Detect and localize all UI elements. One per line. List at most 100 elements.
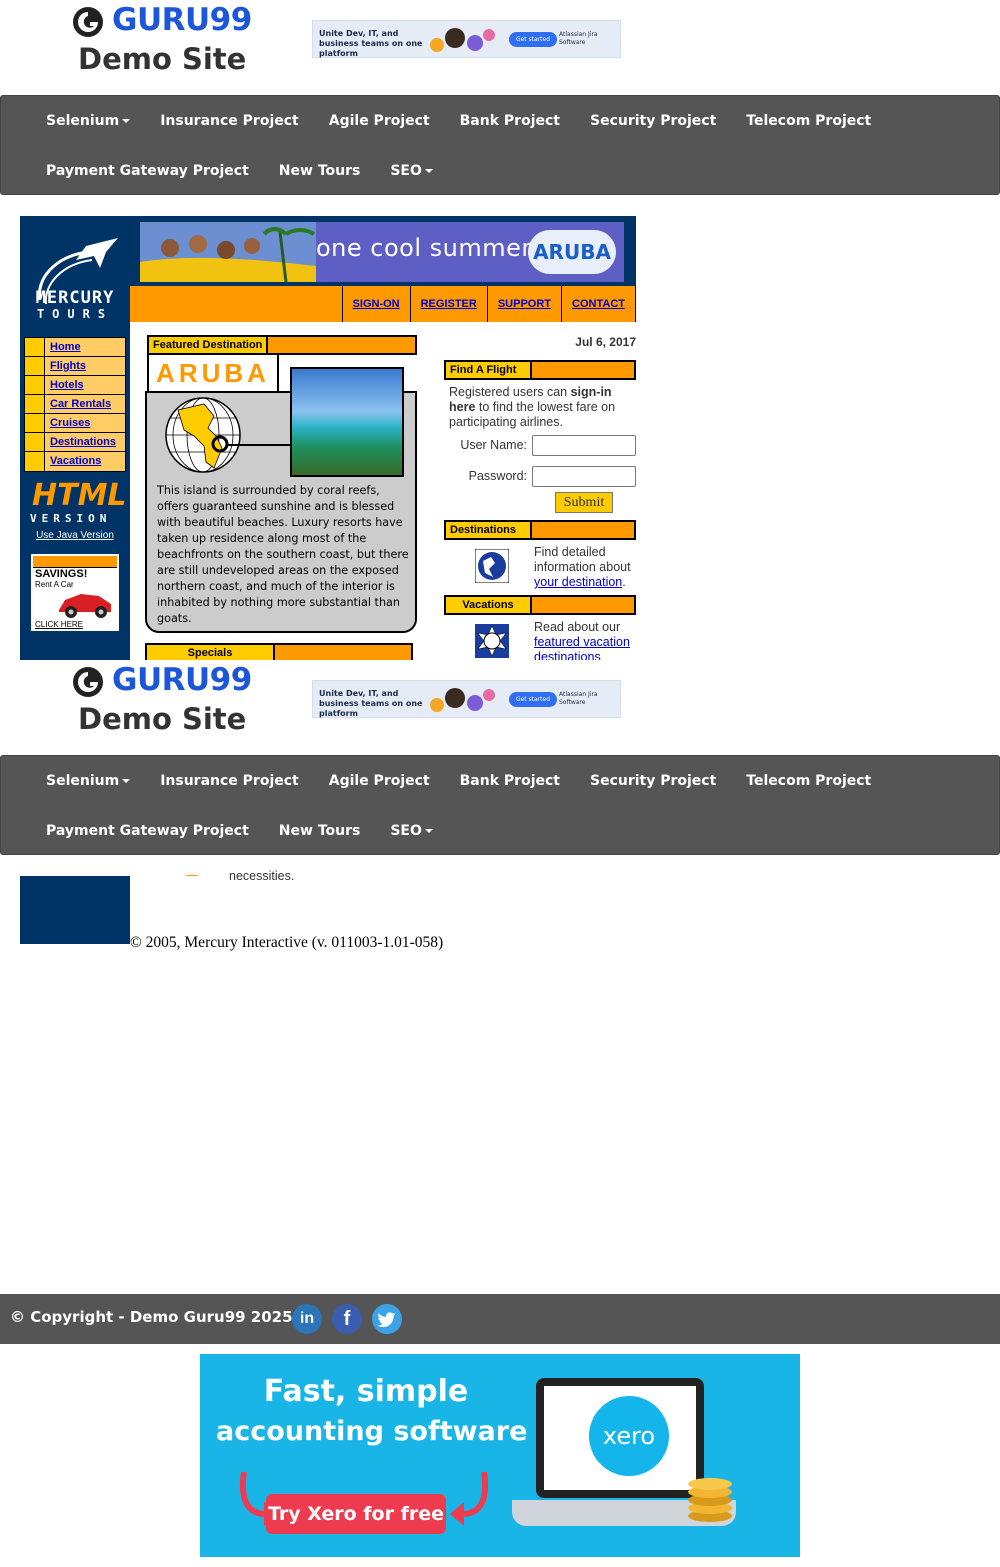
top-ad-banner[interactable]: Unite Dev, IT, and business teams on one… bbox=[312, 20, 621, 58]
mercury-sidebar-bottom bbox=[20, 876, 130, 944]
specials-label: Specials bbox=[147, 645, 275, 660]
nav-bank-project[interactable]: Bank Project bbox=[445, 756, 575, 806]
menu-item-cruises[interactable]: Cruises bbox=[25, 414, 125, 433]
username-label: User Name: bbox=[460, 438, 527, 452]
twitter-icon[interactable] bbox=[372, 1304, 402, 1334]
xero-logo: xero bbox=[589, 1396, 669, 1476]
logo-subtitle: Demo Site bbox=[78, 702, 247, 736]
logo-brand: GURU99 bbox=[112, 2, 252, 38]
menu-item-flights[interactable]: Flights bbox=[25, 357, 125, 376]
nav-bank-project[interactable]: Bank Project bbox=[445, 96, 575, 146]
sun-icon bbox=[475, 624, 509, 658]
vacations-label: Vacations bbox=[446, 597, 532, 613]
vacations-info: Read about our featured vacation destina… bbox=[534, 620, 636, 660]
top-ad-banner[interactable]: Unite Dev, IT, and business teams on one… bbox=[312, 680, 621, 718]
site-footer: © Copyright - Demo Guru99 2025 in f bbox=[0, 1294, 1000, 1344]
mercury-logo-subtext: TOURS bbox=[36, 307, 114, 321]
java-version-link[interactable]: Use Java Version bbox=[20, 530, 130, 541]
nav-payment-gateway-project[interactable]: Payment Gateway Project bbox=[31, 806, 264, 856]
footer-copyright: © Copyright - Demo Guru99 2025 bbox=[10, 1308, 293, 1326]
nav-new-tours[interactable]: New Tours bbox=[264, 146, 376, 196]
menu-item-vacations[interactable]: Vacations bbox=[25, 452, 125, 471]
submit-button[interactable]: Submit bbox=[555, 492, 613, 513]
nav-row-2: Payment Gateway Project New Tours SEO bbox=[31, 146, 448, 196]
support-link[interactable]: SUPPORT bbox=[488, 286, 563, 322]
site-header: GURU99 Demo Site Unite Dev, IT, and busi… bbox=[0, 0, 1000, 95]
nav-agile-project[interactable]: Agile Project bbox=[314, 96, 445, 146]
site-header-repeat: GURU99 Demo Site Unite Dev, IT, and busi… bbox=[0, 660, 1000, 755]
mercury-sidebar: MERCURY TOURS Home Flights Hotels Car Re… bbox=[20, 216, 130, 660]
necessities-text: necessities. bbox=[229, 869, 295, 883]
destinations-info: Find detailed information about your des… bbox=[534, 545, 631, 589]
contact-link[interactable]: CONTACT bbox=[562, 286, 636, 322]
destinations-label: Destinations bbox=[446, 522, 532, 538]
ad-headline-2: accounting software bbox=[216, 1416, 528, 1447]
find-a-flight-label: Find A Flight bbox=[446, 362, 532, 378]
linkedin-icon[interactable]: in bbox=[292, 1304, 322, 1334]
destinations-header: Destinations bbox=[444, 520, 636, 540]
logo-brand: GURU99 bbox=[112, 662, 252, 698]
register-link[interactable]: REGISTER bbox=[411, 286, 488, 322]
nav-insurance-project[interactable]: Insurance Project bbox=[145, 96, 314, 146]
xero-ad-banner[interactable]: Fast, simple accounting software Try Xer… bbox=[200, 1354, 800, 1557]
featured-destination-text: This island is surrounded by coral reefs… bbox=[157, 484, 409, 625]
nav-agile-project[interactable]: Agile Project bbox=[314, 756, 445, 806]
guru99-logo[interactable]: GURU99 Demo Site bbox=[72, 2, 252, 84]
menu-item-car-rentals[interactable]: Car Rentals bbox=[25, 395, 125, 414]
featured-destination-header: Featured Destination bbox=[147, 335, 417, 355]
nav-row-2: Payment Gateway Project New Tours SEO bbox=[31, 806, 448, 856]
top-ad-people-icon bbox=[430, 688, 495, 712]
find-a-flight-header: Find A Flight bbox=[444, 360, 636, 380]
top-ad-button[interactable]: Get started bbox=[509, 32, 557, 47]
featured-vacation-link[interactable]: featured vacation destinations bbox=[534, 635, 630, 660]
nav-security-project[interactable]: Security Project bbox=[575, 96, 731, 146]
mercury-logo-text: MERCURY bbox=[35, 288, 115, 308]
nav-selenium[interactable]: Selenium bbox=[31, 96, 145, 146]
signin-info: Registered users can sign-in here to fin… bbox=[449, 385, 616, 429]
nav-seo[interactable]: SEO bbox=[375, 146, 448, 196]
try-xero-button[interactable]: Try Xero for free bbox=[266, 1494, 446, 1534]
caret-down-icon bbox=[424, 829, 433, 833]
sign-on-link[interactable]: SIGN-ON bbox=[343, 286, 411, 322]
your-destination-link[interactable]: your destination bbox=[534, 575, 622, 589]
main-navbar: Selenium Insurance Project Agile Project… bbox=[0, 95, 1000, 195]
menu-item-home[interactable]: Home bbox=[25, 338, 125, 357]
nav-selenium[interactable]: Selenium bbox=[31, 756, 145, 806]
nav-telecom-project[interactable]: Telecom Project bbox=[731, 756, 886, 806]
nav-insurance-project[interactable]: Insurance Project bbox=[145, 756, 314, 806]
password-input[interactable] bbox=[532, 466, 636, 487]
nav-telecom-project[interactable]: Telecom Project bbox=[731, 96, 886, 146]
savings-title: SAVINGS! bbox=[35, 568, 88, 580]
laptop-icon: xero bbox=[536, 1378, 704, 1498]
mercury-tours-frame: MERCURY TOURS Home Flights Hotels Car Re… bbox=[20, 216, 636, 660]
password-label: Password: bbox=[468, 469, 527, 483]
nav-new-tours[interactable]: New Tours bbox=[264, 806, 376, 856]
nav-security-project[interactable]: Security Project bbox=[575, 756, 731, 806]
menu-item-hotels[interactable]: Hotels bbox=[25, 376, 125, 395]
summer-banner[interactable]: one cool summer ARUBA bbox=[140, 222, 624, 282]
mercury-side-menu: Home Flights Hotels Car Rentals Cruises … bbox=[24, 337, 126, 472]
top-ad-people-icon bbox=[430, 28, 495, 52]
globe-icon bbox=[165, 397, 241, 473]
earth-icon bbox=[475, 549, 509, 583]
specials-header: Specials bbox=[145, 643, 413, 660]
menu-item-destinations[interactable]: Destinations bbox=[25, 433, 125, 452]
raft-people-icon bbox=[140, 222, 316, 282]
top-ad-brand: Atlassian Jira Software bbox=[559, 31, 598, 46]
savings-ad[interactable]: SAVINGS! Rent A Car CLICK HERE bbox=[31, 554, 119, 631]
nav-seo[interactable]: SEO bbox=[375, 806, 448, 856]
orange-divider bbox=[186, 875, 198, 876]
savings-click-here[interactable]: CLICK HERE bbox=[35, 620, 83, 629]
username-input[interactable] bbox=[532, 435, 636, 456]
red-car-icon bbox=[59, 594, 111, 618]
guru99-logo[interactable]: GURU99 Demo Site bbox=[72, 662, 252, 744]
html-version-badge: HTML VERSION bbox=[28, 478, 127, 526]
mercury-copyright: © 2005, Mercury Interactive (v. 011003-1… bbox=[130, 934, 444, 951]
nav-payment-gateway-project[interactable]: Payment Gateway Project bbox=[31, 146, 264, 196]
facebook-icon[interactable]: f bbox=[332, 1304, 362, 1334]
caret-down-icon bbox=[424, 169, 433, 173]
top-ad-text: Unite Dev, IT, and business teams on one… bbox=[319, 689, 423, 718]
vacations-header: Vacations bbox=[444, 595, 636, 615]
caret-down-icon bbox=[122, 119, 131, 123]
top-ad-button[interactable]: Get started bbox=[509, 692, 557, 707]
